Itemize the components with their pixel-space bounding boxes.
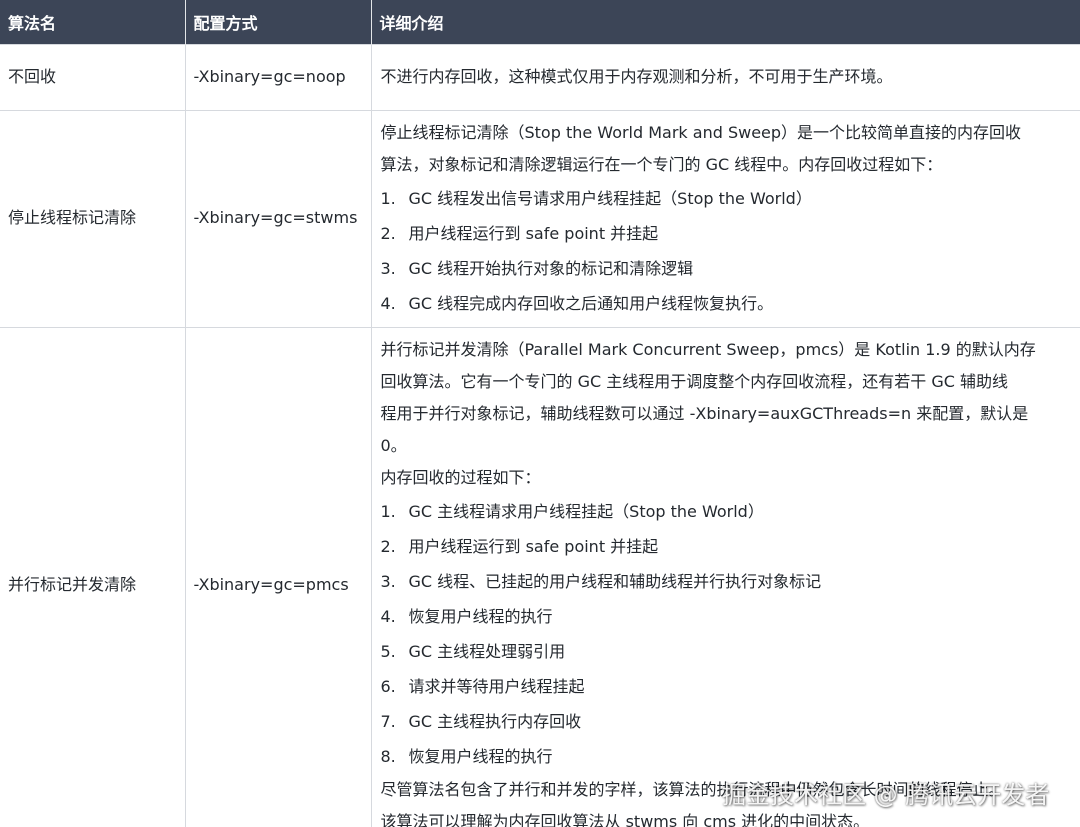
detail-paragraph: 不进行内存回收，这种模式仅用于内存观测和分析，不可用于生产环境。 xyxy=(380,67,893,86)
list-item: 3. GC 线程开始执行对象的标记和清除逻辑 xyxy=(381,251,1072,286)
algorithm-name-cell: 不回收 xyxy=(0,43,186,111)
step-number: 1. xyxy=(380,188,396,208)
list-item: 4. 恢复用户线程的执行 xyxy=(381,599,1072,634)
step-text: GC 线程完成内存回收之后通知用户线程恢复执行。 xyxy=(408,293,774,313)
step-number: 8. xyxy=(380,746,396,766)
detail-paragraph: 程用于并行对象标记，辅助线程数可以通过 -Xbinary=auxGCThread… xyxy=(380,403,1029,423)
step-list: 1. GC 线程发出信号请求用户线程挂起（Stop the World） 2. 用户线… xyxy=(381,181,1072,321)
header-algorithm-name: 算法名 xyxy=(0,0,186,44)
list-item: 6. 请求并等待用户线程挂起 xyxy=(381,669,1072,704)
detail-cell: 停止线程标记清除（Stop the World Mark and Sweep）是… xyxy=(370,109,1080,328)
detail-cell: 并行标记并发清除（Parallel Mark Concurrent Sweep，… xyxy=(370,326,1080,827)
step-text: GC 主线程执行内存回收 xyxy=(408,711,582,731)
header-config-method: 配置方式 xyxy=(185,0,372,44)
table-row: 不回收 -Xbinary=gc=noop 不进行内存回收，这种模式仅用于内存观测… xyxy=(0,43,1080,111)
table-row: 并行标记并发清除 -Xbinary=gc=pmcs 并行标记并发清除（Paral… xyxy=(0,326,1080,827)
detail-cell: 不进行内存回收，这种模式仅用于内存观测和分析，不可用于生产环境。 xyxy=(370,43,1080,111)
step-text: 恢复用户线程的执行 xyxy=(408,746,553,766)
step-text: 恢复用户线程的执行 xyxy=(408,606,553,626)
step-text: 用户线程运行到 safe point 并挂起 xyxy=(408,223,659,243)
config-cell: -Xbinary=gc=stwms xyxy=(184,109,372,328)
step-text: GC 线程发出信号请求用户线程挂起（Stop the World） xyxy=(408,188,812,208)
list-item: 1. GC 线程发出信号请求用户线程挂起（Stop the World） xyxy=(381,181,1072,216)
list-item: 8. 恢复用户线程的执行 xyxy=(381,739,1072,774)
step-text: GC 线程、已挂起的用户线程和辅助线程并行执行对象标记 xyxy=(408,571,822,591)
step-number: 6. xyxy=(380,676,396,696)
list-item: 7. GC 主线程执行内存回收 xyxy=(381,704,1072,739)
list-item: 5. GC 主线程处理弱引用 xyxy=(381,634,1072,669)
step-text: GC 线程开始执行对象的标记和清除逻辑 xyxy=(408,258,694,278)
list-item: 2. 用户线程运行到 safe point 并挂起 xyxy=(381,216,1072,251)
step-number: 3. xyxy=(380,258,396,278)
gc-algorithm-table: 算法名 配置方式 详细介绍 不回收 -Xbinary=gc=noop 不进行内存… xyxy=(0,0,1080,827)
step-number: 4. xyxy=(380,606,396,626)
table-row: 停止线程标记清除 -Xbinary=gc=stwms 停止线程标记清除（Stop… xyxy=(0,109,1080,328)
list-item: 3. GC 线程、已挂起的用户线程和辅助线程并行执行对象标记 xyxy=(381,564,1072,599)
step-text: GC 主线程处理弱引用 xyxy=(408,641,566,661)
step-number: 2. xyxy=(380,536,396,556)
step-text: GC 主线程请求用户线程挂起（Stop the World） xyxy=(408,501,764,521)
detail-paragraph: 0。 xyxy=(380,435,407,455)
step-text: 用户线程运行到 safe point 并挂起 xyxy=(408,536,659,556)
detail-paragraph: 并行标记并发清除（Parallel Mark Concurrent Sweep，… xyxy=(380,339,1036,359)
step-number: 1. xyxy=(380,501,396,521)
list-item: 2. 用户线程运行到 safe point 并挂起 xyxy=(381,529,1072,564)
step-number: 2. xyxy=(380,223,396,243)
list-item: 4. GC 线程完成内存回收之后通知用户线程恢复执行。 xyxy=(381,286,1072,321)
step-list: 1. GC 主线程请求用户线程挂起（Stop the World） 2. 用户线程运行… xyxy=(381,494,1072,774)
step-number: 5. xyxy=(380,641,396,661)
config-cell: -Xbinary=gc=noop xyxy=(184,43,372,111)
list-item: 1. GC 主线程请求用户线程挂起（Stop the World） xyxy=(381,494,1072,529)
detail-paragraph: 算法，对象标记和清除逻辑运行在一个专门的 GC 线程中。内存回收过程如下： xyxy=(380,154,943,174)
step-text: 请求并等待用户线程挂起 xyxy=(408,676,585,696)
step-number: 3. xyxy=(380,571,396,591)
config-cell: -Xbinary=gc=pmcs xyxy=(184,326,372,827)
detail-paragraph: 内存回收的过程如下： xyxy=(380,467,541,487)
step-number: 7. xyxy=(380,711,396,731)
detail-paragraph: 回收算法。它有一个专门的 GC 主线程用于调度整个内存回收流程，还有若干 GC … xyxy=(380,371,1009,391)
step-number: 4. xyxy=(380,293,396,313)
header-detail: 详细介绍 xyxy=(371,0,1080,44)
algorithm-name-cell: 并行标记并发清除 xyxy=(0,326,186,827)
detail-paragraph: 停止线程标记清除（Stop the World Mark and Sweep）是… xyxy=(380,122,1022,142)
algorithm-name-cell: 停止线程标记清除 xyxy=(0,109,186,328)
table-header-row: 算法名 配置方式 详细介绍 xyxy=(0,0,1080,44)
watermark: 掘金技术社区 @ 腾讯云开发者 xyxy=(722,781,1050,809)
